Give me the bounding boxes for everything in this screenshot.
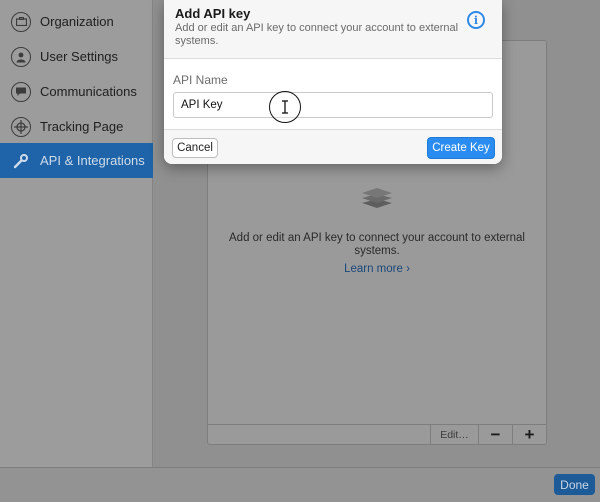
- done-button[interactable]: Done: [554, 474, 595, 495]
- i-beam-icon: [282, 100, 288, 114]
- api-name-input[interactable]: [173, 92, 493, 118]
- remove-button[interactable]: −: [478, 425, 512, 444]
- wrench-icon: [11, 151, 31, 171]
- sidebar-item-tracking-page[interactable]: Tracking Page: [0, 109, 153, 144]
- sidebar-item-organization[interactable]: Organization: [0, 4, 153, 39]
- sidebar: Organization User Settings Communication…: [0, 0, 153, 467]
- sidebar-item-label: Communications: [40, 84, 137, 99]
- dialog-title: Add API key: [175, 6, 251, 21]
- text-cursor-indicator: [269, 91, 301, 123]
- create-key-button[interactable]: Create Key: [427, 137, 495, 159]
- dialog-subtitle: Add or edit an API key to connect your a…: [175, 22, 459, 47]
- sidebar-item-label: API & Integrations: [40, 153, 145, 168]
- list-toolbar: Edit… − +: [208, 424, 546, 444]
- stack-layers-icon: [360, 186, 394, 217]
- chat-bubble-icon: [11, 81, 31, 102]
- footer-bar: [0, 467, 600, 502]
- sidebar-item-user-settings[interactable]: User Settings: [0, 39, 153, 74]
- sidebar-item-communications[interactable]: Communications: [0, 74, 153, 109]
- sidebar-item-label: Tracking Page: [40, 119, 124, 134]
- sidebar-item-api-integrations[interactable]: API & Integrations: [0, 143, 153, 178]
- briefcase-icon: [11, 11, 31, 32]
- sidebar-item-label: User Settings: [40, 49, 119, 64]
- dialog-footer: Cancel Create Key: [164, 129, 502, 164]
- learn-more-link[interactable]: Learn more ›: [222, 263, 532, 275]
- sidebar-item-label: Organization: [40, 14, 114, 29]
- add-button[interactable]: +: [512, 425, 546, 444]
- dialog-header: Add API key Add or edit an API key to co…: [164, 0, 502, 59]
- add-api-key-dialog: Add API key Add or edit an API key to co…: [164, 0, 502, 164]
- crosshair-icon: [11, 116, 31, 137]
- info-icon[interactable]: i: [467, 11, 485, 29]
- cancel-button[interactable]: Cancel: [172, 138, 218, 158]
- edit-button[interactable]: Edit…: [430, 425, 478, 444]
- user-icon: [11, 46, 31, 67]
- empty-state-text: Add or edit an API key to connect your a…: [229, 232, 525, 257]
- api-name-label: API Name: [173, 73, 228, 87]
